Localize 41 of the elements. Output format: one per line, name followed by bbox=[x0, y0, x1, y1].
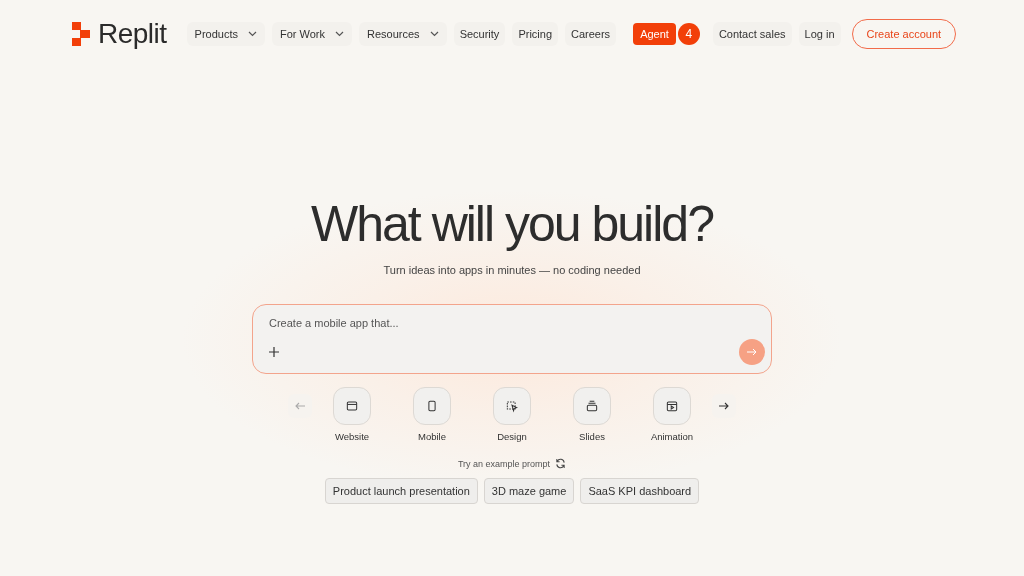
arrow-right-icon bbox=[747, 348, 757, 356]
design-icon bbox=[505, 399, 519, 413]
example-prompt-chip[interactable]: SaaS KPI dashboard bbox=[580, 478, 700, 504]
count-badge: 4 bbox=[677, 23, 700, 45]
logo-text: Replit bbox=[98, 18, 167, 50]
chevron-down-icon bbox=[335, 31, 345, 37]
category-label: Animation bbox=[650, 431, 694, 442]
send-button[interactable] bbox=[739, 339, 765, 365]
nav-dropdown[interactable]: Products bbox=[186, 22, 265, 46]
nav-dropdown[interactable]: Resources bbox=[359, 22, 447, 46]
website-icon bbox=[345, 399, 359, 413]
add-icon[interactable] bbox=[269, 347, 279, 357]
category-label: Slides bbox=[579, 431, 605, 442]
hero-subtitle: Turn ideas into apps in minutes — no coding needed bbox=[383, 264, 641, 276]
nav-link[interactable]: Log in bbox=[798, 22, 841, 46]
nav-dropdown[interactable]: For Work bbox=[272, 22, 353, 46]
category-button[interactable] bbox=[653, 387, 691, 425]
example-prompt-chip[interactable]: Product launch presentation bbox=[324, 478, 478, 504]
category-button[interactable] bbox=[573, 387, 611, 425]
example-prompt-label: Try an example prompt bbox=[457, 458, 551, 469]
nav-link[interactable]: Contact sales bbox=[712, 22, 792, 46]
animation-icon bbox=[665, 399, 679, 413]
nav-link[interactable]: Careers bbox=[565, 22, 617, 46]
category-label: Mobile bbox=[418, 431, 446, 442]
hero-title: What will you build? bbox=[311, 196, 713, 252]
logo-icon bbox=[72, 22, 90, 46]
category-button[interactable] bbox=[333, 387, 371, 425]
example-prompt-chip[interactable]: 3D maze game bbox=[483, 478, 575, 504]
chevron-down-icon bbox=[248, 31, 257, 37]
agent-button[interactable]: Agent bbox=[633, 23, 676, 45]
arrow-right-icon bbox=[719, 402, 729, 410]
mobile-icon bbox=[425, 399, 439, 413]
prompt-field[interactable]: Create a mobile app that... bbox=[269, 317, 765, 329]
arrow-left-icon bbox=[295, 402, 305, 410]
slides-icon bbox=[585, 399, 599, 413]
refresh-icon[interactable] bbox=[555, 458, 567, 469]
category-label: Design bbox=[497, 431, 527, 442]
nav-link[interactable]: Pricing bbox=[512, 22, 558, 46]
nav-link[interactable]: Security bbox=[453, 22, 506, 46]
chevron-down-icon bbox=[429, 31, 439, 37]
category-label: Website bbox=[334, 431, 370, 442]
